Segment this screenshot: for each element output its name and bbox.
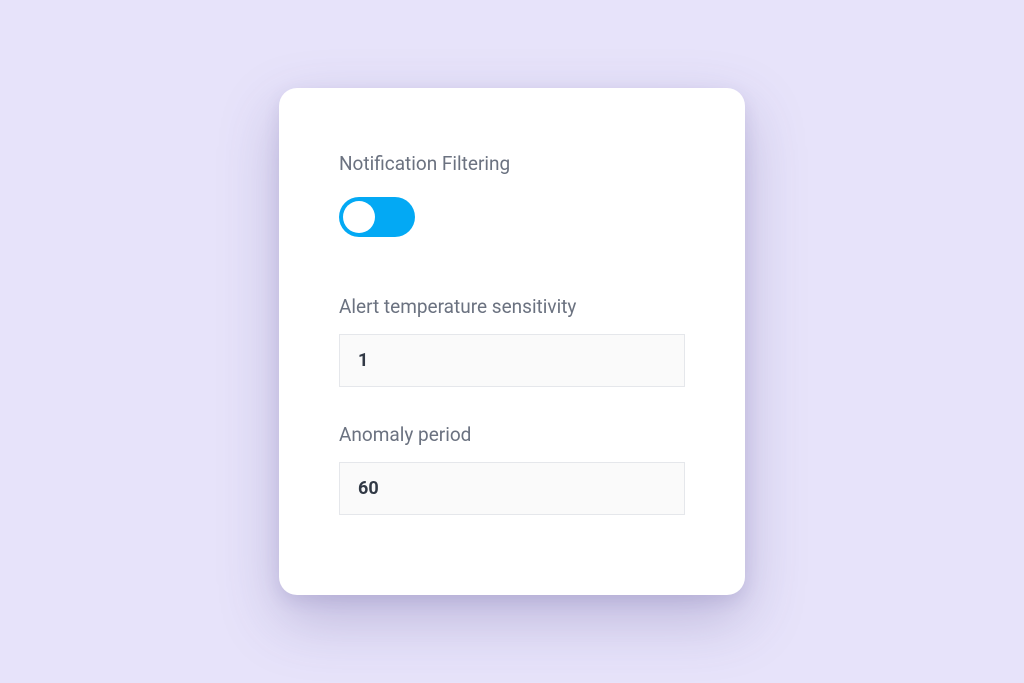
notification-filtering-toggle[interactable] (339, 197, 415, 237)
section-title: Notification Filtering (339, 152, 685, 175)
sensitivity-field-group: Alert temperature sensitivity (339, 295, 685, 387)
sensitivity-input[interactable] (339, 334, 685, 387)
anomaly-input[interactable] (339, 462, 685, 515)
sensitivity-label: Alert temperature sensitivity (339, 295, 685, 318)
anomaly-label: Anomaly period (339, 423, 685, 446)
toggle-knob (343, 201, 375, 233)
anomaly-field-group: Anomaly period (339, 423, 685, 515)
settings-card: Notification Filtering Alert temperature… (279, 88, 745, 595)
